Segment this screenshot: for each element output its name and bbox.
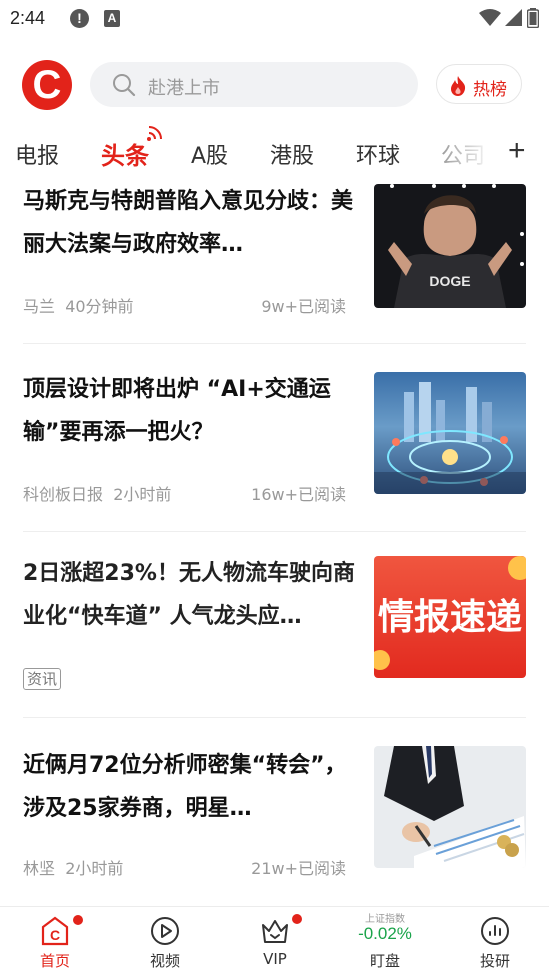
nav-vip[interactable]: VIP bbox=[220, 907, 330, 977]
thumb-caption: DOGE bbox=[429, 273, 470, 289]
news-feed: 马斯克与特朗普陷入意见分歧：美丽大法案与政府效率… 马兰 40分钟前 9w+已阅… bbox=[0, 178, 549, 906]
intel-express-image: 情报速递 bbox=[374, 556, 526, 670]
nav-video[interactable]: 视频 bbox=[110, 907, 220, 977]
news-thumbnail[interactable] bbox=[374, 372, 526, 494]
category-tabs: 电报 头条 A股 港股 环球 公司 + bbox=[0, 126, 549, 178]
notification-dot bbox=[73, 915, 83, 925]
news-card[interactable]: 顶层设计即将出炉 “AI+交通运输”要再添一把火？ 科创板日报 2小时前 16w… bbox=[23, 368, 526, 518]
news-thumbnail[interactable]: 情报速递 bbox=[374, 556, 526, 678]
app-header: C 赴港上市 热榜 bbox=[0, 56, 549, 116]
tab-global[interactable]: 环球 bbox=[356, 138, 400, 170]
nav-research-label: 投研 bbox=[479, 952, 510, 970]
play-icon bbox=[151, 917, 179, 945]
search-icon bbox=[113, 74, 136, 97]
wifi-icon bbox=[479, 9, 501, 26]
add-tab-icon[interactable]: + bbox=[508, 134, 526, 168]
news-reads: 9w+已阅读 bbox=[261, 297, 346, 316]
search-bar[interactable]: 赴港上市 bbox=[90, 62, 418, 107]
tab-a-shares[interactable]: A股 bbox=[191, 138, 228, 170]
flame-icon bbox=[451, 76, 466, 96]
nav-home[interactable]: C 首页 bbox=[0, 907, 110, 977]
news-thumbnail[interactable]: DOGE bbox=[374, 184, 526, 308]
news-reads: 21w+已阅读 bbox=[251, 859, 346, 878]
nav-research[interactable]: 投研 bbox=[440, 907, 549, 977]
divider bbox=[23, 343, 526, 344]
notification-dot bbox=[292, 914, 302, 924]
bottom-navigation: C 首页 视频 VIP 上证指数 -0.02% 盯盘 投研 bbox=[0, 906, 549, 977]
news-card[interactable]: 2日涨超23%！无人物流车驶向商业化“快车道” 人气龙头应… 资讯 情报速递 bbox=[23, 552, 526, 702]
app-logo[interactable]: C bbox=[22, 60, 72, 110]
tab-headlines[interactable]: 头条 bbox=[101, 136, 149, 171]
live-signal-icon bbox=[147, 126, 162, 141]
nav-home-label: 首页 bbox=[39, 952, 70, 970]
index-value: -0.02% bbox=[358, 924, 412, 943]
svg-text:C: C bbox=[50, 927, 60, 943]
chart-gauge-icon bbox=[481, 917, 509, 945]
divider bbox=[23, 531, 526, 532]
status-bar: 2:44 ! A bbox=[0, 0, 549, 38]
news-reads: 16w+已阅读 bbox=[251, 485, 346, 504]
thumb-caption: 情报速递 bbox=[378, 597, 522, 638]
nav-watch-label: 盯盘 bbox=[369, 952, 400, 970]
hot-list-button[interactable]: 热榜 bbox=[436, 64, 522, 104]
news-title[interactable]: 顶层设计即将出炉 “AI+交通运输”要再添一把火？ bbox=[23, 368, 358, 454]
home-c-icon: C bbox=[41, 916, 69, 946]
news-thumbnail[interactable] bbox=[374, 746, 526, 868]
logo-letter: C bbox=[32, 63, 62, 107]
news-title[interactable]: 近俩月72位分析师密集“转会”，涉及25家券商，明星… bbox=[23, 744, 358, 830]
nav-watch-market[interactable]: 上证指数 -0.02% 盯盘 bbox=[330, 907, 440, 977]
crown-icon bbox=[262, 920, 288, 943]
smart-traffic-image bbox=[374, 382, 526, 494]
index-name: 上证指数 bbox=[365, 914, 405, 925]
news-title[interactable]: 2日涨超23%！无人物流车驶向商业化“快车道” 人气龙头应… bbox=[23, 552, 358, 638]
nav-video-label: 视频 bbox=[149, 952, 180, 970]
news-title[interactable]: 马斯克与特朗普陷入意见分歧：美丽大法案与政府效率… bbox=[23, 180, 358, 266]
hot-list-label: 热榜 bbox=[473, 80, 507, 100]
alert-icon: ! bbox=[70, 9, 89, 28]
signal-icon bbox=[505, 9, 522, 26]
elon-photo-image: DOGE bbox=[388, 184, 524, 308]
tabs-fade-overlay bbox=[440, 128, 500, 178]
tab-telegraph[interactable]: 电报 bbox=[15, 138, 59, 170]
font-notification-icon: A bbox=[104, 10, 120, 27]
tab-hk-stocks[interactable]: 港股 bbox=[270, 138, 314, 170]
battery-icon bbox=[527, 8, 539, 28]
analyst-photo-image bbox=[384, 746, 526, 868]
nav-vip-label: VIP bbox=[263, 950, 287, 968]
news-card[interactable]: 近俩月72位分析师密集“转会”，涉及25家券商，明星… 林坚 2小时前 21w+… bbox=[23, 744, 526, 894]
search-placeholder: 赴港上市 bbox=[148, 78, 220, 99]
news-tag: 资讯 bbox=[23, 668, 62, 690]
news-card[interactable]: 马斯克与特朗普陷入意见分歧：美丽大法案与政府效率… 马兰 40分钟前 9w+已阅… bbox=[23, 180, 526, 330]
divider bbox=[23, 717, 526, 718]
system-icons bbox=[479, 8, 539, 28]
status-time: 2:44 bbox=[10, 8, 46, 28]
